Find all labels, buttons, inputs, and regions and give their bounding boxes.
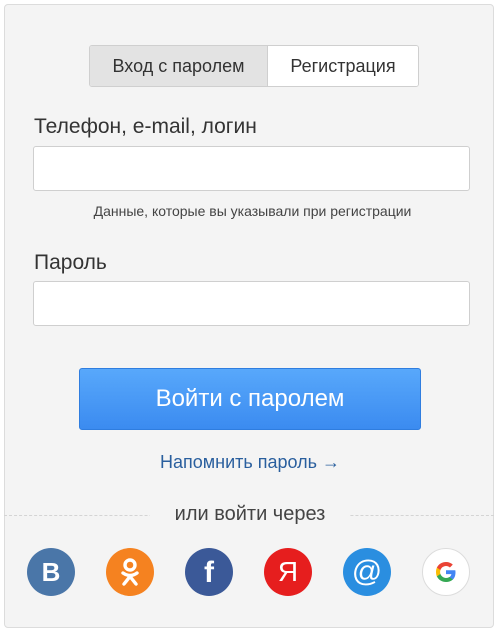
- login-submit-button[interactable]: Войти с паролем: [79, 368, 421, 430]
- login-field-label: Телефон, e-mail, логин: [34, 115, 257, 138]
- login-input[interactable]: [33, 146, 470, 191]
- tab-registration[interactable]: Регистрация: [268, 46, 418, 86]
- odnoklassniki-icon: [121, 558, 139, 586]
- mailru-icon: @: [351, 555, 383, 588]
- facebook-icon: f: [204, 556, 214, 589]
- odnoklassniki-login-button[interactable]: [106, 548, 154, 596]
- remind-password-link[interactable]: Напомнить пароль →: [0, 452, 500, 473]
- google-login-button[interactable]: [422, 548, 470, 596]
- mailru-login-button[interactable]: @: [343, 548, 391, 596]
- vk-icon: В: [41, 556, 61, 587]
- password-field-label: Пароль: [34, 251, 107, 274]
- login-hint: Данные, которые вы указывали при регистр…: [93, 203, 412, 219]
- yandex-login-button[interactable]: Я: [264, 548, 312, 596]
- google-icon: [436, 562, 456, 582]
- facebook-login-button[interactable]: f: [185, 548, 233, 596]
- auth-tabs: Вход с паролем Регистрация: [89, 45, 419, 87]
- vk-login-button[interactable]: В: [27, 548, 75, 596]
- password-input[interactable]: [33, 281, 470, 326]
- tab-password-login[interactable]: Вход с паролем: [90, 46, 268, 86]
- alt-login-label: или войти через: [150, 503, 350, 526]
- yandex-icon: Я: [277, 556, 299, 587]
